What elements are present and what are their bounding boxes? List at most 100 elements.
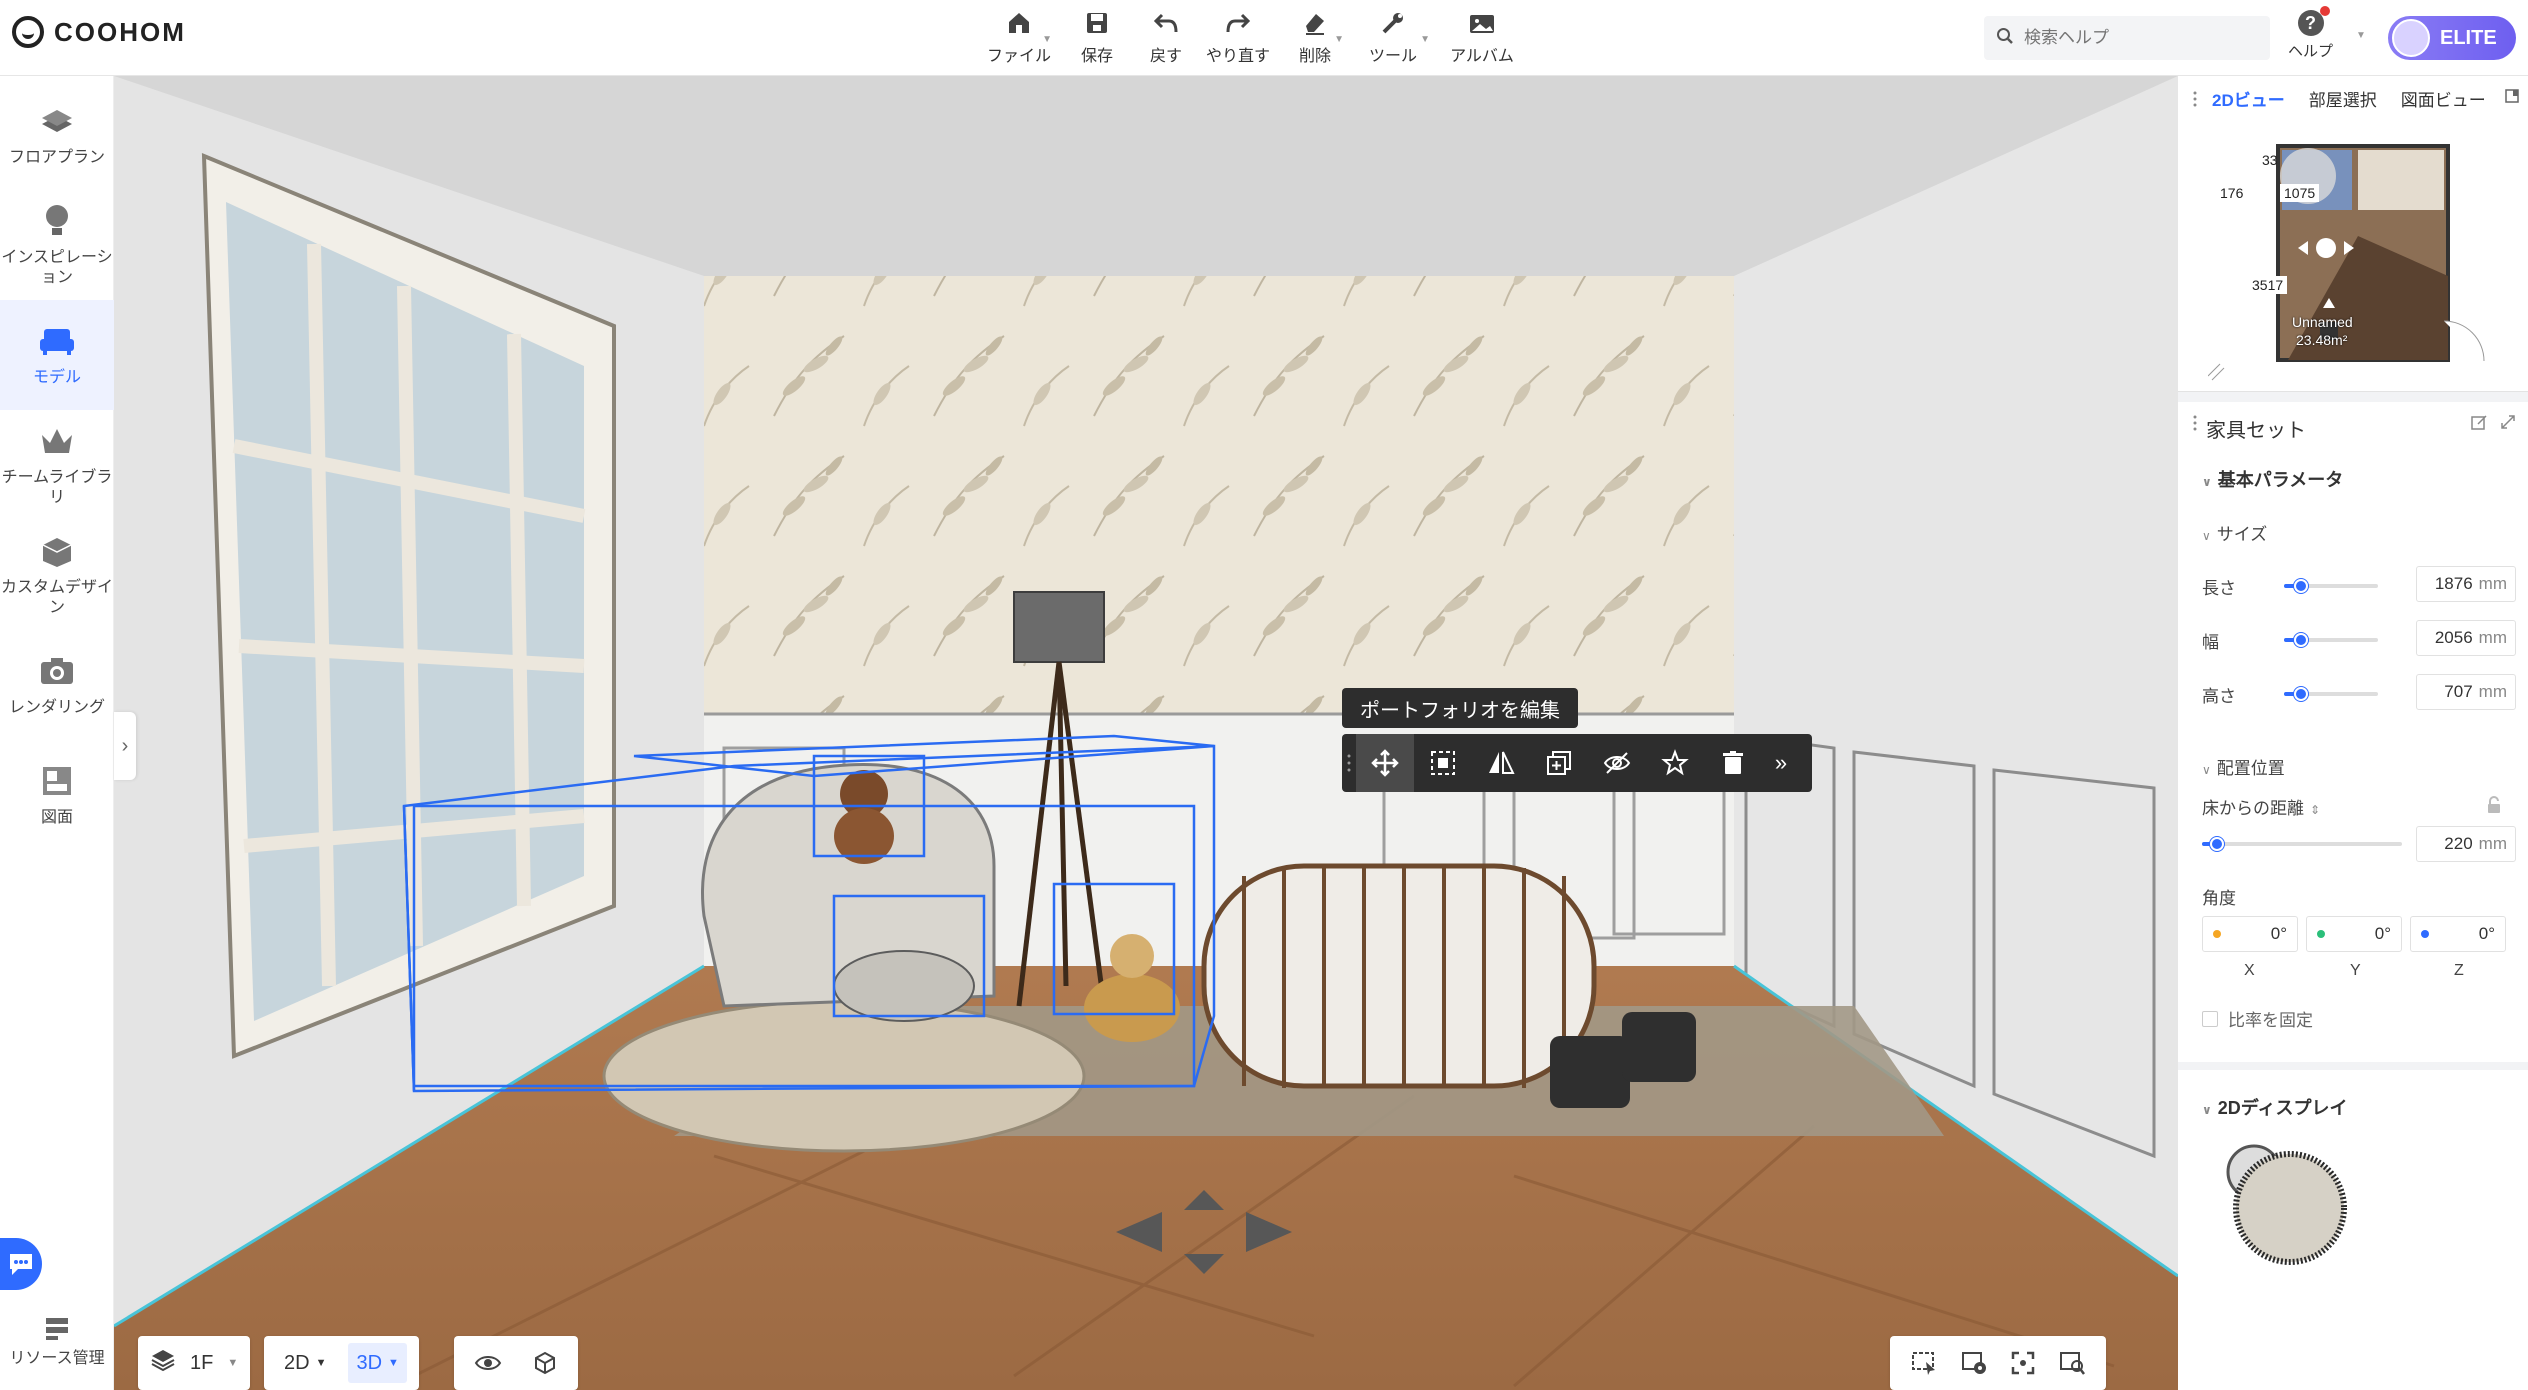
tab-drawing-view[interactable]: 図面ビュー [2401,86,2486,111]
delete-button[interactable] [1704,734,1762,792]
visibility-button[interactable] [466,1343,510,1383]
help-button[interactable]: ? ヘルプ [2288,6,2333,61]
display2d-header[interactable]: ∨ 2Dディスプレイ [2202,1094,2348,1120]
dim-top: 33 [2262,152,2278,168]
lightbulb-icon [38,202,76,240]
width-input[interactable]: 2056 mm [2416,620,2516,656]
minimap-plan[interactable] [2208,116,2508,386]
resource-manager-button[interactable]: リソース管理 [0,1314,114,1368]
unit-label: mm [2478,628,2507,647]
app-logo[interactable]: COOHOM [12,16,186,48]
angle-z-input[interactable]: 0° [2410,916,2506,952]
angle-x-input[interactable]: 0° [2202,916,2298,952]
display-controls [454,1336,578,1390]
slider-knob[interactable] [2294,579,2308,593]
angle-y-input[interactable]: 0° [2306,916,2402,952]
drag-handle-icon[interactable] [1342,734,1356,792]
sidebar-item-drawing[interactable]: 図面 [0,740,114,850]
undo-icon [1151,8,1181,38]
placement-header[interactable]: ∨ 配置位置 [2202,754,2285,779]
focus-button[interactable] [2002,1343,2044,1383]
mirror-button[interactable] [1472,734,1530,792]
redo-button[interactable]: やり直す [1196,8,1280,66]
lock-ratio-checkbox[interactable]: 比率を固定 [2202,1006,2313,1031]
floor-distance-slider[interactable] [2202,837,2402,851]
length-value: 1876 [2434,574,2473,593]
collapse-panel-icon[interactable] [2504,88,2520,109]
room-scene[interactable] [114,76,2178,1390]
area-select-button[interactable] [1902,1343,1946,1383]
chat-icon [10,1254,32,1275]
3d-viewport[interactable]: ポートフォリオを編集 » 1F ▼ 2D ▼ 3D ▼ [114,76,2178,1390]
eye-icon [474,1356,502,1370]
sidebar-item-model[interactable]: モデル [0,300,114,410]
delete-menu-button[interactable]: 削除 ▼ [1280,8,1350,66]
slider-knob[interactable] [2294,633,2308,647]
slider-knob[interactable] [2294,687,2308,701]
unit-label: mm [2478,682,2507,701]
angle-x-value: 0° [2270,924,2287,943]
basic-params-header[interactable]: ∨ 基本パラメータ [2202,466,2343,492]
tools-menu-button[interactable]: ツール ▼ [1350,8,1436,66]
height-input[interactable]: 707 mm [2416,674,2516,710]
help-search[interactable] [1984,16,2270,60]
view-3d-button[interactable]: 3D ▼ [348,1343,407,1383]
tab-room-select[interactable]: 部屋選択 [2309,86,2377,111]
drag-handle-icon[interactable] [2192,414,2198,437]
view-2d-button[interactable]: 2D ▼ [276,1343,334,1383]
room-area: 23.48m² [2296,332,2348,348]
floor-distance-input[interactable]: 220 mm [2416,826,2516,862]
drag-handle-icon[interactable] [2192,90,2198,113]
height-slider[interactable] [2284,687,2378,701]
favorite-button[interactable] [1646,734,1704,792]
width-slider[interactable] [2284,633,2378,647]
sidebar-label: カスタムデザイン [0,579,113,616]
placement-label: 配置位置 [2216,759,2285,778]
hide-button[interactable] [1588,734,1646,792]
sidebar-item-rendering[interactable]: レンダリング [0,630,114,740]
floor-distance-label: 床からの距離 ⇕ [2202,794,2320,819]
sidebar-item-inspiration[interactable]: インスピレーション [0,190,114,300]
floor-selector[interactable]: 1F ▼ [138,1336,251,1390]
height-label: 高さ [2202,687,2236,706]
more-button[interactable]: » [1762,734,1800,792]
file-menu-button[interactable]: ファイル ▼ [980,8,1058,66]
undo-button[interactable]: 戻す [1136,8,1196,66]
resource-icon [46,1318,68,1340]
x-axis-dot [2213,930,2221,938]
wrench-icon [1378,8,1408,38]
slider-knob[interactable] [2210,837,2224,851]
save-icon [1082,8,1112,38]
move-button[interactable] [1356,734,1414,792]
select-group-button[interactable] [1414,734,1472,792]
chevron-down-icon: ▼ [315,1357,327,1369]
save-button[interactable]: 保存 [1058,8,1136,66]
cube-view-button[interactable] [524,1343,566,1383]
view-settings-button[interactable] [1952,1343,1996,1383]
chevron-down-icon[interactable]: ▼ [2356,30,2366,41]
sidebar-item-team-library[interactable]: チームライブラリ [0,410,114,520]
album-button[interactable]: アルバム [1436,8,1528,66]
top-bar: COOHOM ファイル ▼ 保存 戻す やり直す 削除 ▼ ツール ▼ アルバム… [0,0,2528,76]
length-input[interactable]: 1876 mm [2416,566,2516,602]
room-name: Unnamed [2292,314,2353,330]
duplicate-icon [1547,751,1571,775]
expand-icon[interactable] [2500,414,2516,435]
tab-2d-view[interactable]: 2Dビュー [2212,86,2285,111]
properties-panel: 家具セット ∨ 基本パラメータ ∨ サイズ 長さ 1876 mm 幅 2056 mm 高… [2178,402,2528,1390]
size-header[interactable]: ∨ サイズ [2202,520,2267,545]
zoom-view-button[interactable] [2050,1343,2094,1383]
duplicate-button[interactable] [1530,734,1588,792]
box-icon [38,532,76,570]
sidebar-expand-button[interactable]: › [114,712,136,780]
sidebar-item-custom-design[interactable]: カスタムデザイン [0,520,114,630]
length-slider[interactable] [2284,579,2378,593]
account-badge[interactable]: ELITE [2388,16,2516,60]
edit-icon[interactable] [2470,414,2488,437]
lock-icon[interactable] [2486,796,2502,819]
sidebar-item-floorplan[interactable]: フロアプラン [0,80,114,190]
checkbox-box[interactable] [2202,1010,2218,1027]
chevron-down-icon: ▼ [1334,34,1344,45]
axis-x-label: X [2244,962,2255,979]
search-input[interactable] [2024,28,2244,48]
